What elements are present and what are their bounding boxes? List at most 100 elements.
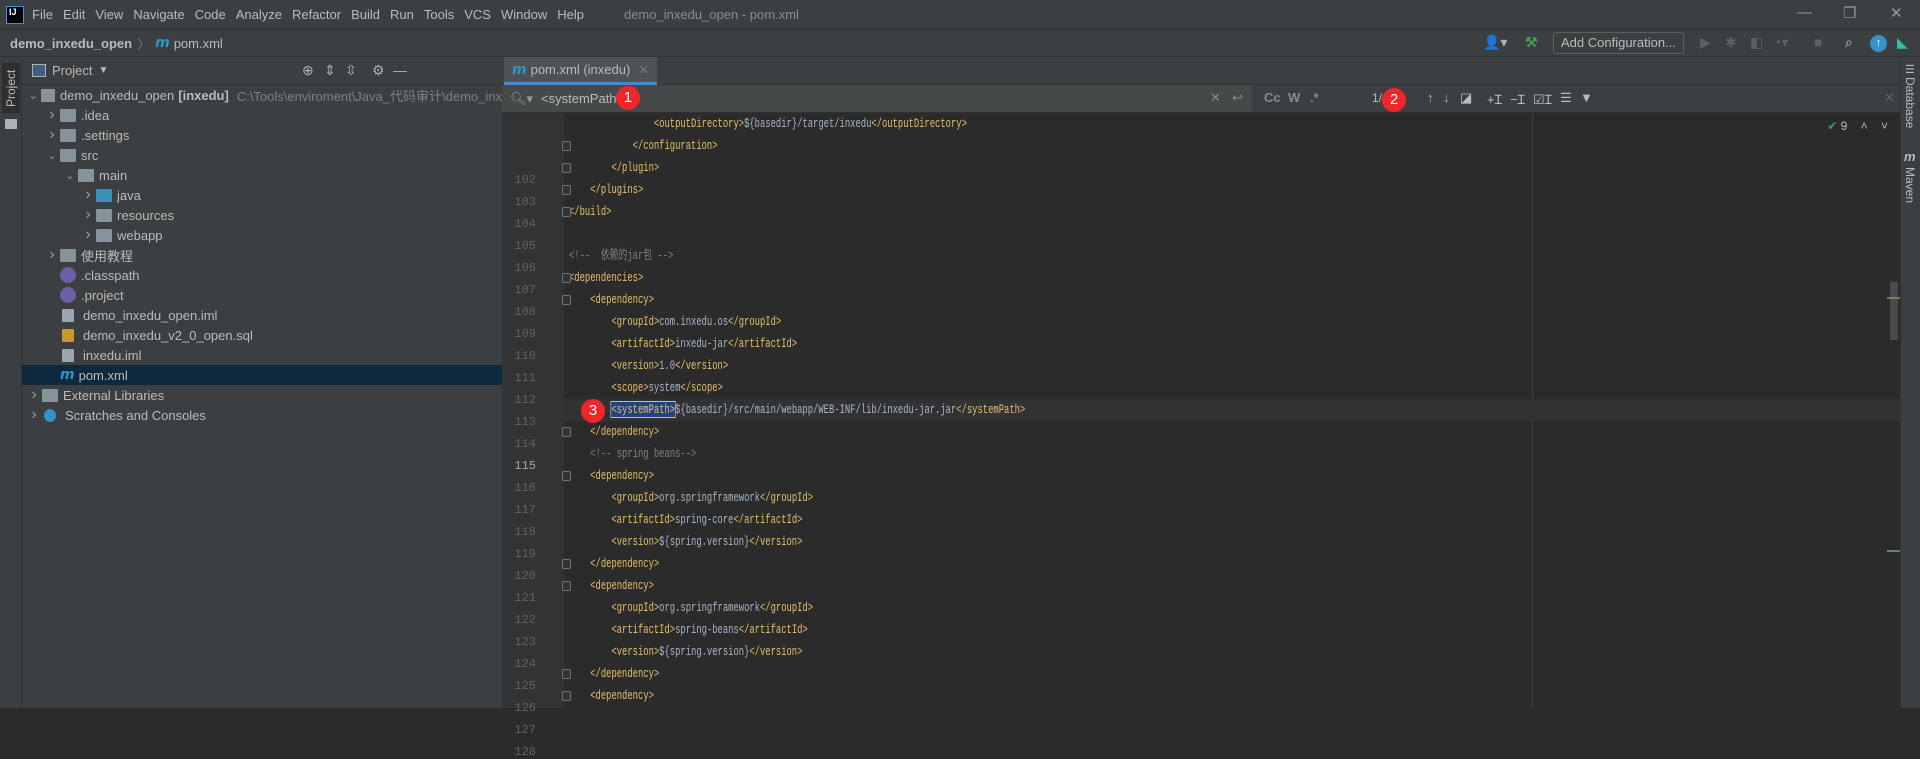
code-line[interactable]: <dependencies> xyxy=(569,267,643,289)
code-line[interactable]: <artifactId>spring-beans</artifactId> xyxy=(569,619,807,641)
update-icon[interactable]: ↑ xyxy=(1870,35,1887,52)
fold-marker-icon[interactable] xyxy=(562,141,571,151)
code-line[interactable]: <!-- 依赖的jar包 --> xyxy=(569,245,673,267)
regex-button[interactable]: .* xyxy=(1310,90,1319,105)
code-line[interactable]: <groupId>com.inxedu.os</groupId> xyxy=(569,311,781,333)
fold-marker-icon[interactable] xyxy=(562,163,571,173)
code-line[interactable]: <!-- spring beans--> xyxy=(569,443,696,465)
chevron-right-icon[interactable]: › xyxy=(80,226,96,244)
match-case-button[interactable]: Cc xyxy=(1264,90,1281,105)
chevron-right-icon[interactable]: › xyxy=(44,246,60,264)
inspection-widget[interactable]: ✔ 9 ˄ ˅ xyxy=(1827,119,1888,133)
menu-view[interactable]: View xyxy=(95,7,123,22)
fold-marker-icon[interactable] xyxy=(562,185,571,195)
run-icon[interactable]: ▶ xyxy=(1700,34,1711,51)
chevron-right-icon[interactable]: › xyxy=(80,206,96,224)
scroll-marker[interactable] xyxy=(1887,297,1900,299)
select-all-occurrences-icon[interactable]: ☑Ɪ xyxy=(1533,90,1552,108)
menu-edit[interactable]: Edit xyxy=(63,7,85,22)
minimize-icon[interactable]: — xyxy=(1797,4,1812,21)
chevron-right-icon[interactable]: › xyxy=(44,126,60,144)
tree-item[interactable]: › java xyxy=(22,185,502,205)
fold-marker-icon[interactable] xyxy=(562,559,571,569)
next-occurrence-icon[interactable]: ↓ xyxy=(1443,90,1450,105)
menu-file[interactable]: File xyxy=(32,7,53,22)
fold-marker-icon[interactable] xyxy=(562,207,571,217)
chevron-down-icon[interactable]: ˅ xyxy=(1881,119,1888,133)
close-icon[interactable]: ✕ xyxy=(1890,4,1903,22)
search-icon[interactable]: ⌕ xyxy=(1845,34,1853,51)
close-tab-icon[interactable]: ✕ xyxy=(638,62,649,78)
multiline-icon[interactable]: ↩ xyxy=(1232,90,1243,106)
tree-item[interactable]: m pom.xml xyxy=(22,365,502,385)
open-in-window-icon[interactable]: ◪ xyxy=(1460,90,1472,106)
fold-marker-icon[interactable] xyxy=(562,669,571,679)
code-line[interactable]: <groupId>org.springframework</groupId> xyxy=(569,487,813,509)
code-line[interactable]: </plugin> xyxy=(569,157,659,179)
add-selection-icon[interactable]: +Ɪ xyxy=(1487,90,1502,108)
code-line[interactable]: <dependency> xyxy=(569,685,654,707)
fold-marker-icon[interactable] xyxy=(562,427,571,437)
chevron-down-icon[interactable]: ⌄ xyxy=(44,149,60,162)
add-configuration-button[interactable]: Add Configuration... xyxy=(1553,32,1684,54)
maven-tool-button[interactable]: Maven xyxy=(1903,167,1917,203)
code-line[interactable]: </build> xyxy=(569,201,611,223)
code-line[interactable]: <systemPath>${basedir}/src/main/webapp/W… xyxy=(569,399,1025,421)
chevron-down-icon[interactable]: ▼ xyxy=(98,65,108,76)
tree-item[interactable]: ⌄ main xyxy=(22,165,502,185)
code-line[interactable]: </configuration> xyxy=(569,135,718,157)
menu-tools[interactable]: Tools xyxy=(424,7,454,22)
tree-item[interactable]: ⌄ src xyxy=(22,145,502,165)
chevron-down-icon[interactable]: ⌄ xyxy=(62,169,78,182)
code-line[interactable]: </dependency> xyxy=(569,553,659,575)
coverage-icon[interactable]: ◧ xyxy=(1750,34,1763,51)
filter-search-icon[interactable]: ☰ xyxy=(1560,90,1572,106)
code-line[interactable]: <dependency> xyxy=(569,465,654,487)
previous-occurrence-icon[interactable]: ↑ xyxy=(1427,90,1434,105)
code-line[interactable]: <dependency> xyxy=(569,289,654,311)
code-line[interactable]: <artifactId>spring-core</artifactId> xyxy=(569,509,802,531)
menu-code[interactable]: Code xyxy=(195,7,226,22)
breadcrumb-project[interactable]: demo_inxedu_open xyxy=(10,36,132,51)
code-line[interactable]: <version>${spring.version}</version> xyxy=(569,641,802,663)
chevron-down-icon[interactable]: ⌄ xyxy=(26,89,41,102)
tree-item[interactable]: › External Libraries xyxy=(22,385,502,405)
tree-item[interactable]: .classpath xyxy=(22,265,502,285)
fold-marker-icon[interactable] xyxy=(562,273,571,283)
expand-all-icon[interactable]: ⇕ xyxy=(324,62,336,79)
menu-run[interactable]: Run xyxy=(390,7,414,22)
menu-window[interactable]: Window xyxy=(501,7,547,22)
tree-item[interactable]: › webapp xyxy=(22,225,502,245)
debug-icon[interactable]: ✱ xyxy=(1725,34,1737,51)
project-panel-title[interactable]: Project xyxy=(52,63,92,78)
chevron-right-icon[interactable]: › xyxy=(26,406,42,424)
tree-item[interactable]: ⌄ demo_inxedu_open [inxedu] C:\Tools\enviro… xyxy=(22,85,502,105)
breadcrumb-file[interactable]: pom.xml xyxy=(174,36,223,51)
chevron-right-icon[interactable]: › xyxy=(80,186,96,204)
code-line[interactable]: <scope>system</scope> xyxy=(569,377,722,399)
filter-icon[interactable]: ▼ xyxy=(1580,90,1593,105)
clear-search-icon[interactable]: ✕ xyxy=(1210,90,1221,106)
tree-item[interactable]: inxedu.iml xyxy=(22,345,502,365)
build-hammer-icon[interactable]: ⚒ xyxy=(1525,34,1538,51)
fold-marker-icon[interactable] xyxy=(562,691,571,701)
code-line[interactable]: </dependency> xyxy=(569,421,659,443)
gear-icon[interactable]: ⚙ xyxy=(372,62,385,79)
fold-marker-icon[interactable] xyxy=(562,295,571,305)
hide-icon[interactable]: — xyxy=(393,62,407,78)
tree-item[interactable]: › .idea xyxy=(22,105,502,125)
collapse-all-icon[interactable]: ⇳ xyxy=(345,62,357,79)
search-input[interactable]: 🔍︎▾ <systemPath> xyxy=(502,85,1252,112)
menu-refactor[interactable]: Refactor xyxy=(292,7,341,22)
tab-pom-xml[interactable]: m pom.xml (inxedu) ✕ xyxy=(504,57,658,85)
menu-vcs[interactable]: VCS xyxy=(464,7,491,22)
code-line[interactable]: <version>1.0</version> xyxy=(569,355,728,377)
code-line[interactable]: <dependency> xyxy=(569,575,654,597)
code-line[interactable]: </dependency> xyxy=(569,663,659,685)
fold-marker-icon[interactable] xyxy=(562,581,571,591)
code-line[interactable]: </plugins> xyxy=(569,179,643,201)
chevron-up-icon[interactable]: ˄ xyxy=(1861,119,1868,133)
code-line[interactable]: <groupId>org.springframework</groupId> xyxy=(569,597,813,619)
tree-item[interactable]: demo_inxedu_v2_0_open.sql xyxy=(22,325,502,345)
search-history-icon[interactable]: 🔍︎▾ xyxy=(510,91,533,107)
